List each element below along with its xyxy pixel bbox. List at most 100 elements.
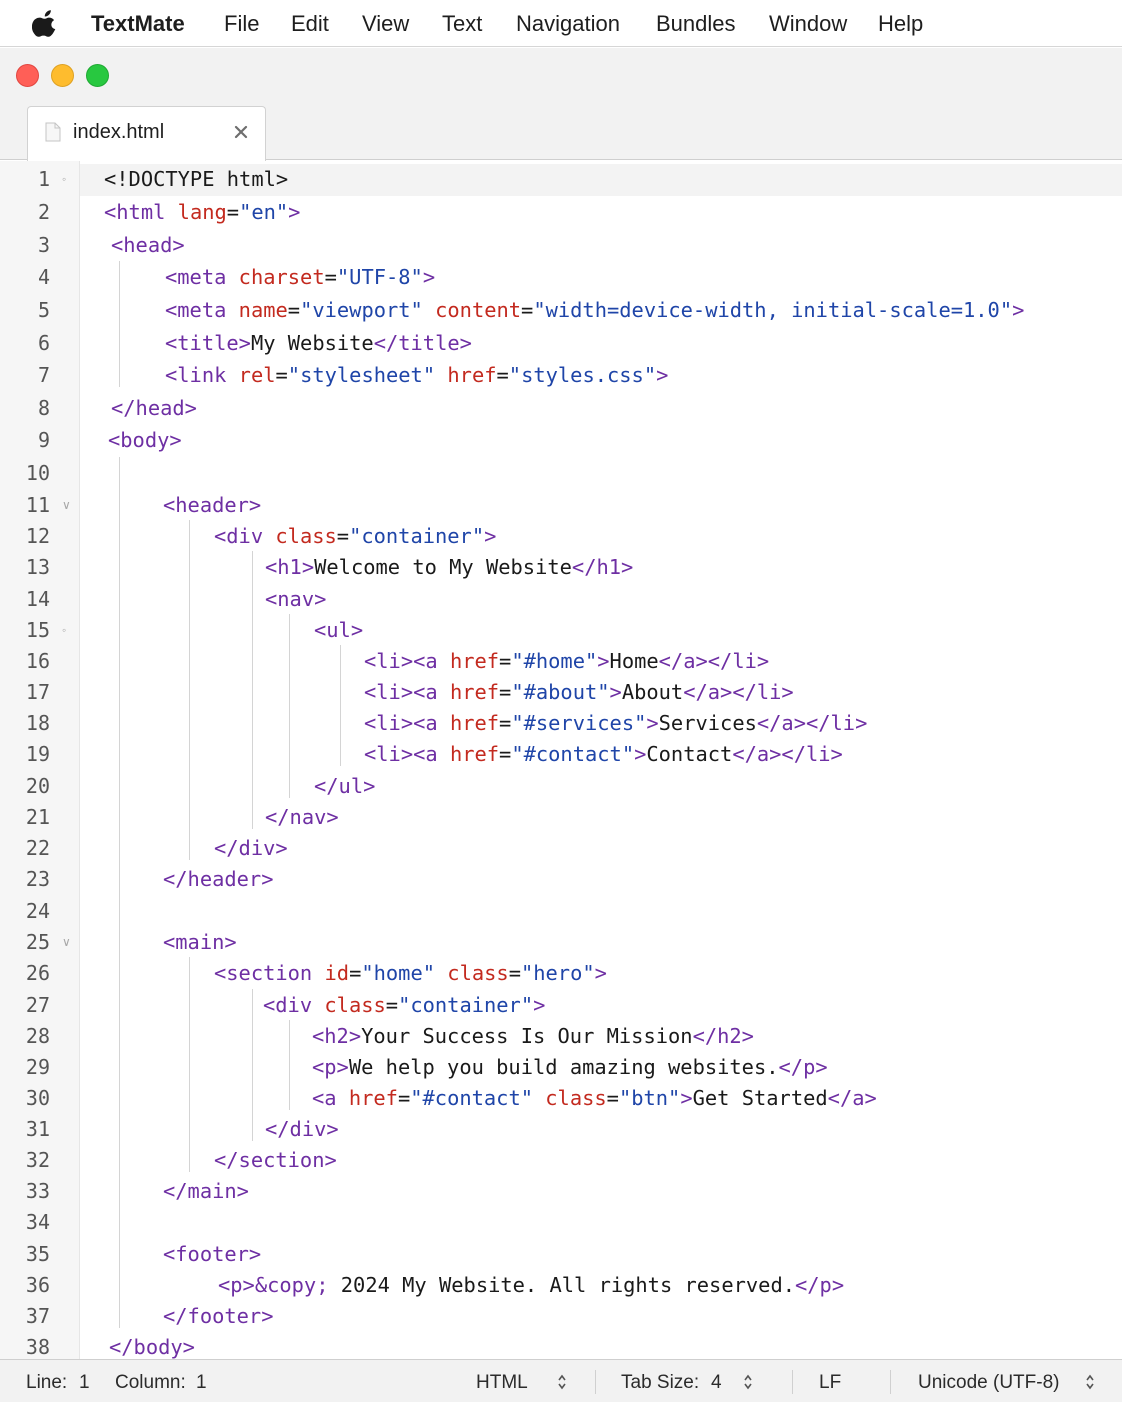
line-number[interactable]: 6: [0, 331, 50, 355]
code-line[interactable]: </div>: [265, 1117, 339, 1141]
code-line[interactable]: </section>: [214, 1148, 337, 1172]
menu-edit[interactable]: Edit: [291, 10, 329, 37]
line-number[interactable]: 37: [0, 1304, 50, 1328]
line-number[interactable]: 16: [0, 649, 50, 673]
code-line[interactable]: <title>My Website</title>: [165, 331, 472, 355]
line-number[interactable]: 38: [0, 1335, 50, 1359]
line-number[interactable]: 18: [0, 711, 50, 735]
code-line[interactable]: </nav>: [265, 805, 339, 829]
code-line[interactable]: <p>&copy; 2024 My Website. All rights re…: [218, 1273, 844, 1297]
encoding-updown-icon[interactable]: [1085, 1373, 1095, 1391]
syntax-updown-icon[interactable]: [557, 1373, 567, 1391]
menu-bundles[interactable]: Bundles: [656, 10, 736, 37]
code-line[interactable]: </footer>: [163, 1304, 274, 1328]
tab-size-updown-icon[interactable]: [743, 1373, 753, 1391]
minimize-window-button[interactable]: [51, 64, 74, 87]
code-line[interactable]: <div class="container">: [263, 993, 545, 1017]
fold-toggle-icon[interactable]: ∨: [62, 935, 71, 949]
line-number[interactable]: 1: [0, 167, 50, 191]
code-line[interactable]: <li><a href="#about">About</a></li>: [364, 680, 794, 704]
line-number[interactable]: 28: [0, 1024, 50, 1048]
line-number[interactable]: 14: [0, 587, 50, 611]
code-line[interactable]: <html lang="en">: [104, 200, 300, 224]
line-value[interactable]: 1: [79, 1372, 90, 1394]
line-number[interactable]: 20: [0, 774, 50, 798]
code-line[interactable]: <body>: [108, 428, 182, 452]
code-line[interactable]: </div>: [214, 836, 288, 860]
tab-index-html[interactable]: index.html: [27, 106, 266, 161]
code-line[interactable]: <div class="container">: [214, 524, 496, 548]
line-number[interactable]: 19: [0, 742, 50, 766]
menu-window[interactable]: Window: [769, 10, 847, 37]
fold-toggle-icon[interactable]: ∨: [62, 498, 71, 512]
code-line[interactable]: <link rel="stylesheet" href="styles.css"…: [165, 363, 668, 387]
line-number[interactable]: 32: [0, 1148, 50, 1172]
line-number[interactable]: 25: [0, 930, 50, 954]
line-number[interactable]: 36: [0, 1273, 50, 1297]
line-number[interactable]: 5: [0, 298, 50, 322]
line-number[interactable]: 11: [0, 493, 50, 517]
code-line[interactable]: <head>: [111, 233, 185, 257]
menu-app-name[interactable]: TextMate: [91, 10, 185, 37]
line-number[interactable]: 9: [0, 428, 50, 452]
line-number[interactable]: 22: [0, 836, 50, 860]
column-value[interactable]: 1: [196, 1372, 207, 1394]
code-line[interactable]: </header>: [163, 867, 274, 891]
code-line[interactable]: </head>: [111, 396, 197, 420]
line-number[interactable]: 26: [0, 961, 50, 985]
close-window-button[interactable]: [16, 64, 39, 87]
fold-toggle-icon[interactable]: ◦: [62, 623, 66, 637]
line-number[interactable]: 4: [0, 265, 50, 289]
menu-text[interactable]: Text: [442, 10, 482, 37]
encoding-selector[interactable]: Unicode (UTF-8): [918, 1372, 1059, 1394]
line-number[interactable]: 8: [0, 396, 50, 420]
fold-toggle-icon[interactable]: ◦: [62, 172, 66, 186]
code-line[interactable]: <li><a href="#contact">Contact</a></li>: [364, 742, 843, 766]
line-number[interactable]: 3: [0, 233, 50, 257]
code-line[interactable]: <footer>: [163, 1242, 261, 1266]
line-number[interactable]: 34: [0, 1210, 50, 1234]
code-line[interactable]: </body>: [109, 1335, 195, 1359]
code-line[interactable]: <h1>Welcome to My Website</h1>: [265, 555, 633, 579]
menu-file[interactable]: File: [224, 10, 259, 37]
code-line[interactable]: <p>We help you build amazing websites.</…: [312, 1055, 828, 1079]
line-number[interactable]: 7: [0, 363, 50, 387]
line-number[interactable]: 23: [0, 867, 50, 891]
line-number[interactable]: 30: [0, 1086, 50, 1110]
line-number[interactable]: 24: [0, 899, 50, 923]
apple-logo-icon[interactable]: [32, 9, 58, 37]
line-number[interactable]: 29: [0, 1055, 50, 1079]
line-endings-selector[interactable]: LF: [819, 1372, 841, 1394]
code-line[interactable]: <h2>Your Success Is Our Mission</h2>: [312, 1024, 754, 1048]
line-number[interactable]: 33: [0, 1179, 50, 1203]
line-number[interactable]: 15: [0, 618, 50, 642]
code-line[interactable]: <header>: [163, 493, 261, 517]
code-line[interactable]: <ul>: [314, 618, 363, 642]
code-line[interactable]: <section id="home" class="hero">: [214, 961, 607, 985]
code-line[interactable]: <meta name="viewport" content="width=dev…: [165, 298, 1024, 322]
menu-help[interactable]: Help: [878, 10, 923, 37]
syntax-selector[interactable]: HTML: [476, 1372, 528, 1394]
code-line[interactable]: <meta charset="UTF-8">: [165, 265, 435, 289]
line-number[interactable]: 10: [0, 461, 50, 485]
line-number[interactable]: 12: [0, 524, 50, 548]
code-line[interactable]: </ul>: [314, 774, 375, 798]
menu-navigation[interactable]: Navigation: [516, 10, 620, 37]
line-number[interactable]: 35: [0, 1242, 50, 1266]
line-number[interactable]: 27: [0, 993, 50, 1017]
menu-view[interactable]: View: [362, 10, 409, 37]
line-number[interactable]: 31: [0, 1117, 50, 1141]
code-line[interactable]: <li><a href="#home">Home</a></li>: [364, 649, 769, 673]
close-tab-icon[interactable]: [232, 123, 250, 141]
code-line[interactable]: <nav>: [265, 587, 326, 611]
line-number[interactable]: 13: [0, 555, 50, 579]
code-line[interactable]: <li><a href="#services">Services</a></li…: [364, 711, 867, 735]
tab-size-value[interactable]: 4: [711, 1372, 722, 1394]
zoom-window-button[interactable]: [86, 64, 109, 87]
code-line[interactable]: <main>: [163, 930, 237, 954]
line-number[interactable]: 21: [0, 805, 50, 829]
code-line[interactable]: <!DOCTYPE html>: [104, 167, 288, 191]
line-number[interactable]: 2: [0, 200, 50, 224]
code-line[interactable]: </main>: [163, 1179, 249, 1203]
code-editor[interactable]: 1 ◦ 2 3 4 5 6 7 8 9 10 11 ∨ 12 13 14 15 ◦ 16 17 18 19 20 21 22 23…: [0, 161, 1122, 1359]
